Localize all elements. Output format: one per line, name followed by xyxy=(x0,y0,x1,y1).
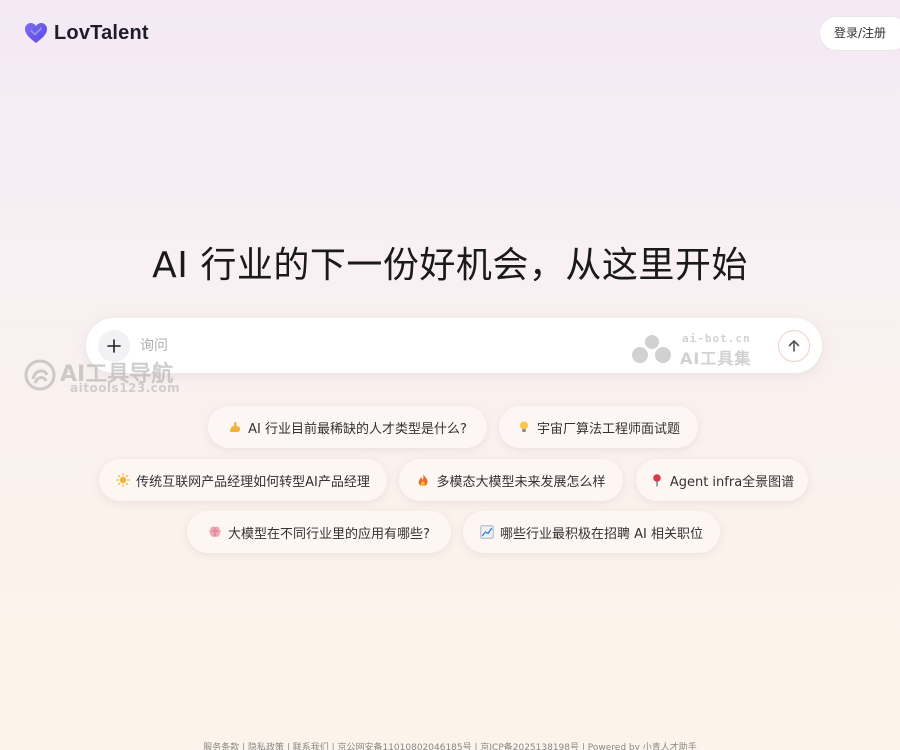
suggestion-label: 宇宙厂算法工程师面试题 xyxy=(536,421,680,437)
suggestion-label: AI 行业目前最稀缺的人才类型是什么? xyxy=(248,421,467,437)
logo[interactable]: LovTalent xyxy=(24,21,149,45)
page-headline: AI 行业的下一份好机会，从这里开始 xyxy=(152,245,748,286)
sun-icon xyxy=(116,473,130,487)
footer-links: 服务条款 | 隐私政策 | 联系我们 | 京公网安备11010802046185… xyxy=(203,743,697,750)
suggestion-label: 多模态大模型未来发展怎么样 xyxy=(436,474,606,490)
flexed-arm-icon xyxy=(230,421,241,433)
watermark-aitools: AI工具导航 aitools123.com xyxy=(24,356,194,398)
suggestion-chip[interactable]: Agent infra全景图谱 xyxy=(636,459,808,501)
fire-icon xyxy=(419,474,429,486)
plus-icon xyxy=(107,339,121,353)
suggestion-label: Agent infra全景图谱 xyxy=(669,474,795,490)
logo-text: LovTalent xyxy=(54,21,149,44)
suggestion-chip[interactable]: 传统互联网产品经理如何转型AI产品经理 xyxy=(99,459,387,501)
watermark-name: AI工具集 xyxy=(680,349,752,368)
suggestion-chip[interactable]: 哪些行业最积极在招聘 AI 相关职位 xyxy=(463,511,720,553)
suggestion-chip[interactable]: 宇宙厂算法工程师面试题 xyxy=(499,406,698,448)
search-input[interactable] xyxy=(140,334,620,358)
suggestion-label: 哪些行业最积极在招聘 AI 相关职位 xyxy=(500,526,703,542)
suggestion-chip[interactable]: 多模态大模型未来发展怎么样 xyxy=(399,459,623,501)
chart-increasing-icon xyxy=(480,525,494,539)
watermark-swirl-icon xyxy=(24,359,56,391)
pin-icon xyxy=(653,474,661,487)
watermark-url: ai-bot.cn xyxy=(682,332,751,345)
watermark-ai-bot: ai-bot.cn AI工具集 xyxy=(630,332,770,368)
heart-logo-icon xyxy=(25,23,47,43)
search-box: ai-bot.cn AI工具集 xyxy=(86,318,822,373)
suggestion-label: 大模型在不同行业里的应用有哪些? xyxy=(228,526,430,542)
login-register-button[interactable]: 登录/注册 xyxy=(819,16,900,51)
suggestion-chip[interactable]: 大模型在不同行业里的应用有哪些? xyxy=(187,511,451,553)
suggestion-label: 传统互联网产品经理如何转型AI产品经理 xyxy=(136,474,370,490)
brain-icon xyxy=(209,526,221,537)
send-button[interactable] xyxy=(778,330,810,362)
suggestion-chip[interactable]: AI 行业目前最稀缺的人才类型是什么? xyxy=(208,406,487,448)
lightbulb-icon xyxy=(519,421,528,432)
arrow-up-icon xyxy=(788,340,800,352)
watermark-logo-icon xyxy=(632,335,671,363)
watermark-url: aitools123.com xyxy=(70,381,181,395)
header: LovTalent 登录/注册 xyxy=(0,0,900,66)
